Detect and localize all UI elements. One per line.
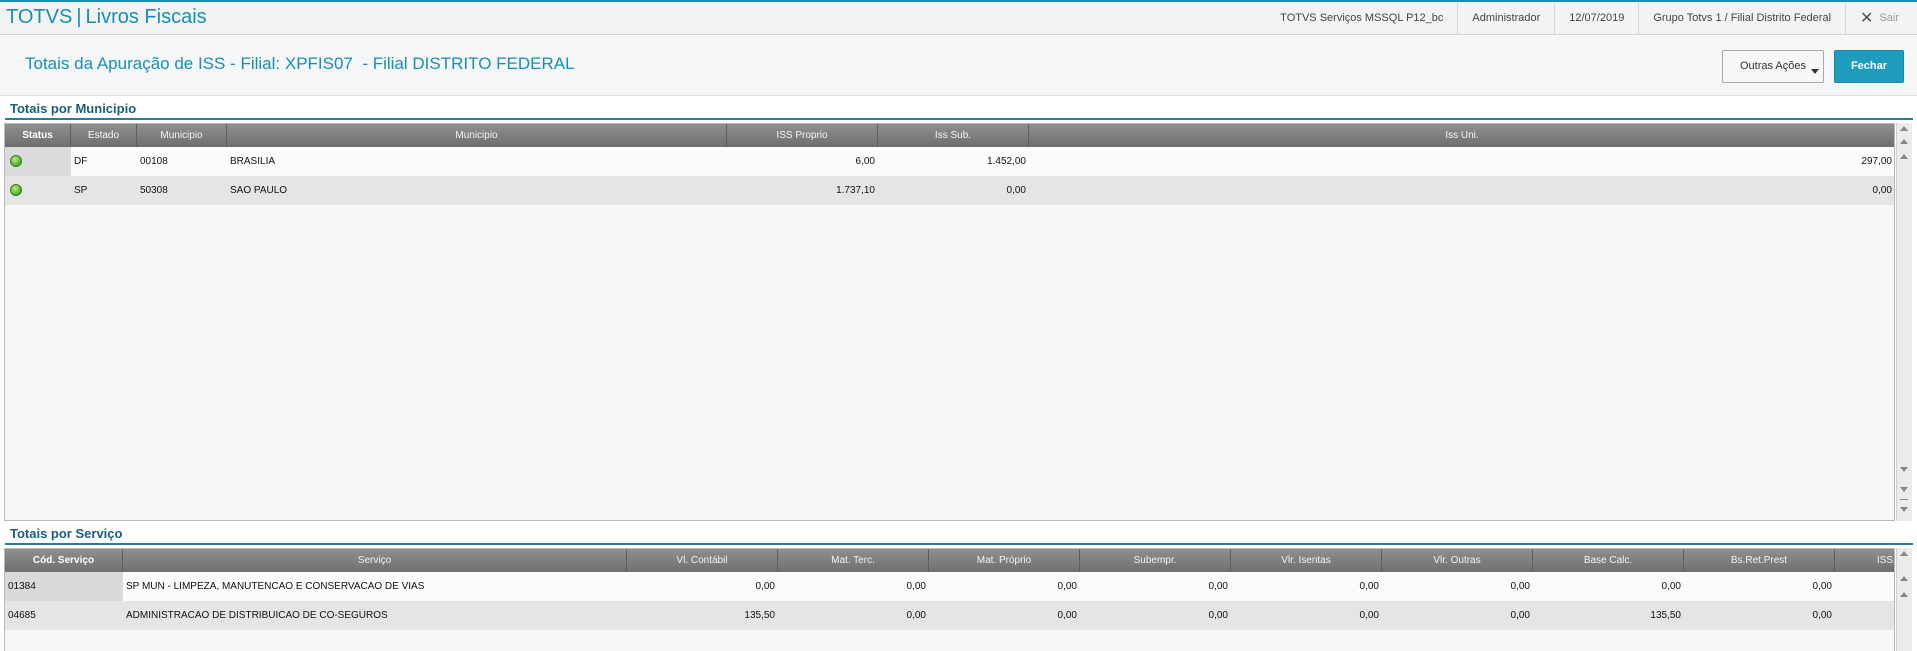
servico-cell: ADMINISTRACAO DE DISTRIBUICAO DE CO-SEGU… (126, 610, 388, 621)
iss-sub-cell: 0,00 (1006, 185, 1026, 196)
session-info: TOTVS Serviços MSSQL P12_bc Administrado… (1266, 2, 1917, 35)
iss-uni-cell: 297,00 (1861, 156, 1892, 167)
iss-proprio-cell: 1.737,10 (836, 185, 875, 196)
iss-proprio-cell: 6,00 (855, 156, 875, 167)
col-municipio-nome[interactable]: Municipio (227, 124, 727, 147)
col-iss-uni[interactable]: Iss Uni. (1029, 124, 1894, 147)
app-name: TOTVS (6, 6, 73, 28)
subempr-cell: 0,00 (1208, 610, 1228, 621)
cod-servico-cell: 01384 (5, 572, 123, 601)
municipio-cell: SAO PAULO (230, 185, 288, 196)
col-municipio-codigo[interactable]: Municipio (137, 124, 227, 147)
iss-uni-cell: 0,00 (1872, 185, 1892, 196)
date-label[interactable]: 12/07/2019 (1554, 2, 1638, 35)
section-divider (5, 118, 1913, 120)
col-bs-ret-prest[interactable]: Bs.Ret.Prest (1684, 549, 1835, 572)
codigo-cell: 50308 (140, 185, 168, 196)
base-calc-cell: 135,50 (1650, 610, 1681, 621)
scroll-page-up-icon[interactable] (1900, 139, 1908, 144)
vlr-outras-cell: 0,00 (1510, 581, 1530, 592)
mat-proprio-cell: 0,00 (1057, 610, 1077, 621)
module-name: Livros Fiscais (85, 6, 207, 28)
codigo-cell: 00108 (140, 156, 168, 167)
col-base-calc[interactable]: Base Calc. (1533, 549, 1684, 572)
col-iss-proprio[interactable]: ISS Proprio (727, 124, 878, 147)
status-cell (5, 147, 71, 176)
scroll-first-icon[interactable] (1900, 551, 1908, 556)
mat-terc-cell: 0,00 (906, 581, 926, 592)
col-mat-proprio[interactable]: Mat. Próprio (929, 549, 1080, 572)
col-servico[interactable]: Serviço (123, 549, 627, 572)
grid-header: Cód. Serviço Serviço Vl. Contábil Mat. T… (5, 549, 1894, 572)
grid-header: Status Estado Municipio Municipio ISS Pr… (5, 124, 1894, 147)
scroll-last-icon[interactable] (1900, 507, 1908, 512)
col-vlr-outras[interactable]: Vlr. Outras (1382, 549, 1533, 572)
col-status[interactable]: Status (5, 124, 71, 147)
subempr-cell: 0,00 (1208, 581, 1228, 592)
vl-contabil-cell: 0,00 (755, 581, 775, 592)
scroll-page-down-icon[interactable] (1900, 487, 1908, 492)
table-row[interactable]: SP 50308 SAO PAULO 1.737,10 0,00 0,00 (5, 176, 1894, 205)
section-title-municipio: Totais por Municipio (10, 101, 137, 116)
status-cell (5, 176, 71, 205)
municipio-scrollbar[interactable] (1896, 123, 1912, 521)
scroll-page-up-icon[interactable] (1900, 576, 1908, 581)
section-title-servico: Totais por Serviço (10, 526, 123, 541)
municipio-cell: BRASILIA (230, 156, 276, 167)
status-ok-icon (10, 184, 22, 196)
close-icon: ✕ (1860, 10, 1874, 27)
outras-acoes-button[interactable]: Outras Ações (1722, 50, 1824, 83)
table-row[interactable]: 04685 ADMINISTRACAO DE DISTRIBUICAO DE C… (5, 601, 1894, 630)
vl-contabil-cell: 135,50 (744, 610, 775, 621)
fechar-button[interactable]: Fechar (1834, 50, 1904, 83)
scroll-down-icon[interactable] (1900, 467, 1908, 472)
chevron-down-icon (1811, 69, 1819, 74)
col-estado[interactable]: Estado (71, 124, 137, 147)
outras-acoes-label: Outras Ações (1739, 60, 1807, 72)
logout-label: Sair (1879, 12, 1899, 24)
scroll-up-icon[interactable] (1900, 592, 1908, 597)
col-iss-sub[interactable]: Iss Sub. (878, 124, 1029, 147)
table-row[interactable]: 01384 SP MUN - LIMPEZA, MANUTENCAO E CON… (5, 572, 1894, 601)
servico-cell: SP MUN - LIMPEZA, MANUTENCAO E CONSERVAC… (126, 581, 425, 592)
iss-sub-cell: 1.452,00 (987, 156, 1026, 167)
section-divider (5, 543, 1913, 545)
col-iss[interactable]: ISS (1835, 549, 1894, 572)
vlr-outras-cell: 0,00 (1510, 610, 1530, 621)
municipio-grid[interactable]: Status Estado Municipio Municipio ISS Pr… (4, 123, 1895, 521)
servico-scrollbar[interactable] (1896, 548, 1912, 651)
cod-servico-cell: 04685 (8, 610, 36, 621)
col-mat-terc[interactable]: Mat. Terc. (778, 549, 929, 572)
vlr-isentas-cell: 0,00 (1359, 581, 1379, 592)
col-vl-contabil[interactable]: Vl. Contábil (627, 549, 778, 572)
estado-cell: SP (74, 185, 88, 196)
scroll-up-icon[interactable] (1900, 154, 1908, 159)
col-cod-servico[interactable]: Cód. Serviço (5, 549, 123, 572)
table-row[interactable]: DF 00108 BRASILIA 6,00 1.452,00 297,00 (5, 147, 1894, 176)
fechar-label: Fechar (1850, 60, 1888, 72)
bs-ret-prest-cell: 0,00 (1812, 610, 1832, 621)
mat-terc-cell: 0,00 (906, 610, 926, 621)
col-vlr-isentas[interactable]: Vlr. Isentas (1231, 549, 1382, 572)
app-title: TOTVS | Livros Fiscais (6, 6, 207, 28)
servico-grid[interactable]: Cód. Serviço Serviço Vl. Contábil Mat. T… (4, 548, 1895, 651)
mat-proprio-cell: 0,00 (1057, 581, 1077, 592)
status-ok-icon (10, 155, 22, 167)
logout-button[interactable]: ✕ Sair (1845, 2, 1917, 35)
base-calc-cell: 0,00 (1661, 581, 1681, 592)
top-bar: TOTVS | Livros Fiscais TOTVS Serviços MSSQ… (0, 0, 1917, 35)
environment-label: TOTVS Serviços MSSQL P12_bc (1280, 12, 1444, 24)
branch-label[interactable]: Grupo Totvs 1 / Filial Distrito Federal (1638, 2, 1845, 35)
col-subempr[interactable]: Subempr. (1080, 549, 1231, 572)
vlr-isentas-cell: 0,00 (1359, 610, 1379, 621)
estado-cell: DF (74, 156, 88, 167)
page-title: Totais da Apuração de ISS - Filial: XPFI… (25, 54, 575, 73)
user-label[interactable]: Administrador (1457, 2, 1554, 35)
scroll-bottom-icon (1900, 499, 1908, 500)
bs-ret-prest-cell: 0,00 (1812, 581, 1832, 592)
scroll-first-icon[interactable] (1900, 126, 1908, 131)
page-header: Totais da Apuração de ISS - Filial: XPFI… (0, 35, 1917, 96)
